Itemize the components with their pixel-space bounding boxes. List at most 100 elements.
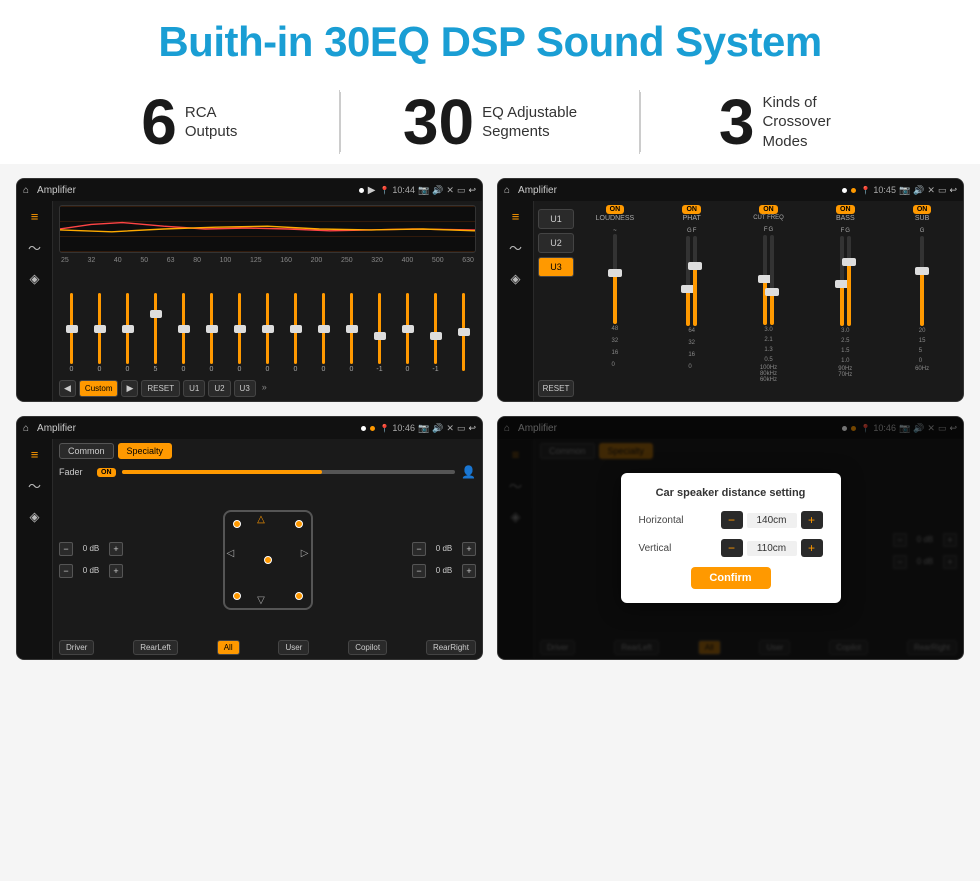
eq-controls-row: ◀ Custom ▶ RESET U1 U2 U3 » xyxy=(59,377,476,397)
eq-icon[interactable]: ≡ xyxy=(31,209,39,224)
eq-slider-10[interactable]: 0 xyxy=(339,293,364,373)
vertical-value: 110cm xyxy=(747,541,797,556)
zone-copilot[interactable]: Copilot xyxy=(348,640,387,655)
horizontal-minus[interactable]: − xyxy=(721,511,743,529)
eq-reset-button[interactable]: RESET xyxy=(141,380,180,397)
speaker-tl[interactable] xyxy=(233,520,241,528)
eq-slider-1[interactable]: 0 xyxy=(87,293,112,373)
cross-reset-button[interactable]: RESET xyxy=(538,380,574,397)
fader-tab-specialty[interactable]: Specialty xyxy=(118,443,173,459)
speaker-icon[interactable]: ◈ xyxy=(30,271,40,287)
eq-slider-14[interactable] xyxy=(451,293,476,373)
eq-slider-0[interactable]: 0 xyxy=(59,293,84,373)
eq-slider-11[interactable]: -1 xyxy=(367,293,392,373)
fader-tab-common[interactable]: Common xyxy=(59,443,114,459)
eq-slider-7[interactable]: 0 xyxy=(255,293,280,373)
db-minus-1[interactable]: − xyxy=(59,564,73,578)
eq-labels-row: 25 32 40 50 63 80 100 125 160 200 250 32… xyxy=(59,257,476,264)
eq-slider-3[interactable]: 5 xyxy=(143,293,168,373)
speaker-tr[interactable] xyxy=(295,520,303,528)
fader-btns-row: Driver RearLeft All User Copilot RearRig… xyxy=(59,640,476,655)
bar-title-crossover: Amplifier xyxy=(518,185,838,196)
bar-status-crossover: 📍 10:45 📷🔊✕▭↩ xyxy=(860,185,957,196)
down-arrow-icon[interactable]: ▽ xyxy=(257,595,265,606)
fader-slider[interactable] xyxy=(122,470,456,474)
fader-tabs: Common Specialty xyxy=(59,443,476,459)
zone-user[interactable]: User xyxy=(278,640,309,655)
db-plus-3[interactable]: + xyxy=(462,564,476,578)
db-row-0: − 0 dB + xyxy=(59,542,123,556)
eq-slider-12[interactable]: 0 xyxy=(395,293,420,373)
stat-label-crossover: Kinds of Crossover Modes xyxy=(762,93,862,152)
db-minus-2[interactable]: − xyxy=(412,542,426,556)
db-plus-1[interactable]: + xyxy=(109,564,123,578)
vertical-minus[interactable]: − xyxy=(721,539,743,557)
eq-u1-button[interactable]: U1 xyxy=(183,380,205,397)
eq-custom-button[interactable]: Custom xyxy=(79,380,119,397)
play-icon[interactable]: ▶ xyxy=(368,185,376,196)
speaker-icon-2[interactable]: ◈ xyxy=(511,271,521,287)
vertical-plus[interactable]: + xyxy=(801,539,823,557)
home-icon-3[interactable]: ⌂ xyxy=(23,423,29,434)
db-minus-3[interactable]: − xyxy=(412,564,426,578)
db-plus-0[interactable]: + xyxy=(109,542,123,556)
bass-toggle[interactable]: ON xyxy=(836,205,855,214)
vertical-label: Vertical xyxy=(639,543,672,554)
wave-icon-3[interactable]: 〜 xyxy=(28,476,41,495)
cutfreq-toggle[interactable]: ON xyxy=(759,205,778,214)
eq-slider-5[interactable]: 0 xyxy=(199,293,224,373)
db-plus-2[interactable]: + xyxy=(462,542,476,556)
side-icons-eq: ≡ 〜 ◈ xyxy=(17,201,53,401)
zone-driver[interactable]: Driver xyxy=(59,640,94,655)
eq-next-button[interactable]: ▶ xyxy=(121,380,138,397)
cross-presets: U1 U2 U3 RESET xyxy=(538,205,574,397)
db-minus-0[interactable]: − xyxy=(59,542,73,556)
speaker-center[interactable] xyxy=(264,556,272,564)
eq-u3-button[interactable]: U3 xyxy=(234,380,256,397)
modal-row-horizontal: Horizontal − 140cm + xyxy=(639,511,823,529)
fader-label: Fader xyxy=(59,467,91,477)
eq-icon-2[interactable]: ≡ xyxy=(512,209,520,224)
person-icon[interactable]: 👤 xyxy=(461,465,476,479)
eq-slider-4[interactable]: 0 xyxy=(171,293,196,373)
eq-prev-button[interactable]: ◀ xyxy=(59,380,76,397)
eq-slider-9[interactable]: 0 xyxy=(311,293,336,373)
sub-toggle[interactable]: ON xyxy=(913,205,932,214)
left-arrow-icon[interactable]: ◁ xyxy=(227,548,235,559)
stat-number-eq: 30 xyxy=(403,90,474,154)
eq-u2-button[interactable]: U2 xyxy=(208,380,230,397)
cross-preset-u3[interactable]: U3 xyxy=(538,257,574,277)
stat-label-rca: RCA Outputs xyxy=(185,103,238,142)
speaker-bl[interactable] xyxy=(233,592,241,600)
wave-icon[interactable]: 〜 xyxy=(28,238,41,257)
cross-preset-u1[interactable]: U1 xyxy=(538,209,574,229)
db-val-1: 0 dB xyxy=(75,566,107,575)
zone-rearright[interactable]: RearRight xyxy=(426,640,476,655)
screen-crossover: ⌂ Amplifier 📍 10:45 📷🔊✕▭↩ ≡ 〜 ◈ xyxy=(497,178,964,402)
fader-toggle[interactable]: ON xyxy=(97,468,116,477)
eq-slider-2[interactable]: 0 xyxy=(115,293,140,373)
speaker-br[interactable] xyxy=(295,592,303,600)
eq-icon-3[interactable]: ≡ xyxy=(31,447,39,462)
eq-slider-13[interactable]: -1 xyxy=(423,293,448,373)
up-arrow-icon[interactable]: △ xyxy=(257,514,265,525)
confirm-button[interactable]: Confirm xyxy=(691,567,771,589)
horizontal-plus[interactable]: + xyxy=(801,511,823,529)
cross-preset-u2[interactable]: U2 xyxy=(538,233,574,253)
car-diagram: ◁ ▷ △ ▽ xyxy=(129,510,406,610)
loudness-toggle[interactable]: ON xyxy=(606,205,625,214)
modal-overlay: Car speaker distance setting Horizontal … xyxy=(498,417,963,659)
phat-toggle[interactable]: ON xyxy=(682,205,701,214)
screen-fader: ⌂ Amplifier 📍 10:46 📷🔊✕▭↩ ≡ 〜 ◈ xyxy=(16,416,483,660)
zone-rearleft[interactable]: RearLeft xyxy=(133,640,178,655)
wave-icon-2[interactable]: 〜 xyxy=(509,238,522,257)
home-icon-2[interactable]: ⌂ xyxy=(504,185,510,196)
eq-slider-6[interactable]: 0 xyxy=(227,293,252,373)
right-arrow-icon[interactable]: ▷ xyxy=(301,548,309,559)
speaker-icon-3[interactable]: ◈ xyxy=(30,509,40,525)
zone-all[interactable]: All xyxy=(217,640,240,655)
home-icon[interactable]: ⌂ xyxy=(23,185,29,196)
eq-slider-8[interactable]: 0 xyxy=(283,293,308,373)
page-wrapper: Buith-in 30EQ DSP Sound System 6 RCA Out… xyxy=(0,0,980,676)
bar-status-fader: 📍 10:46 📷🔊✕▭↩ xyxy=(379,423,476,434)
